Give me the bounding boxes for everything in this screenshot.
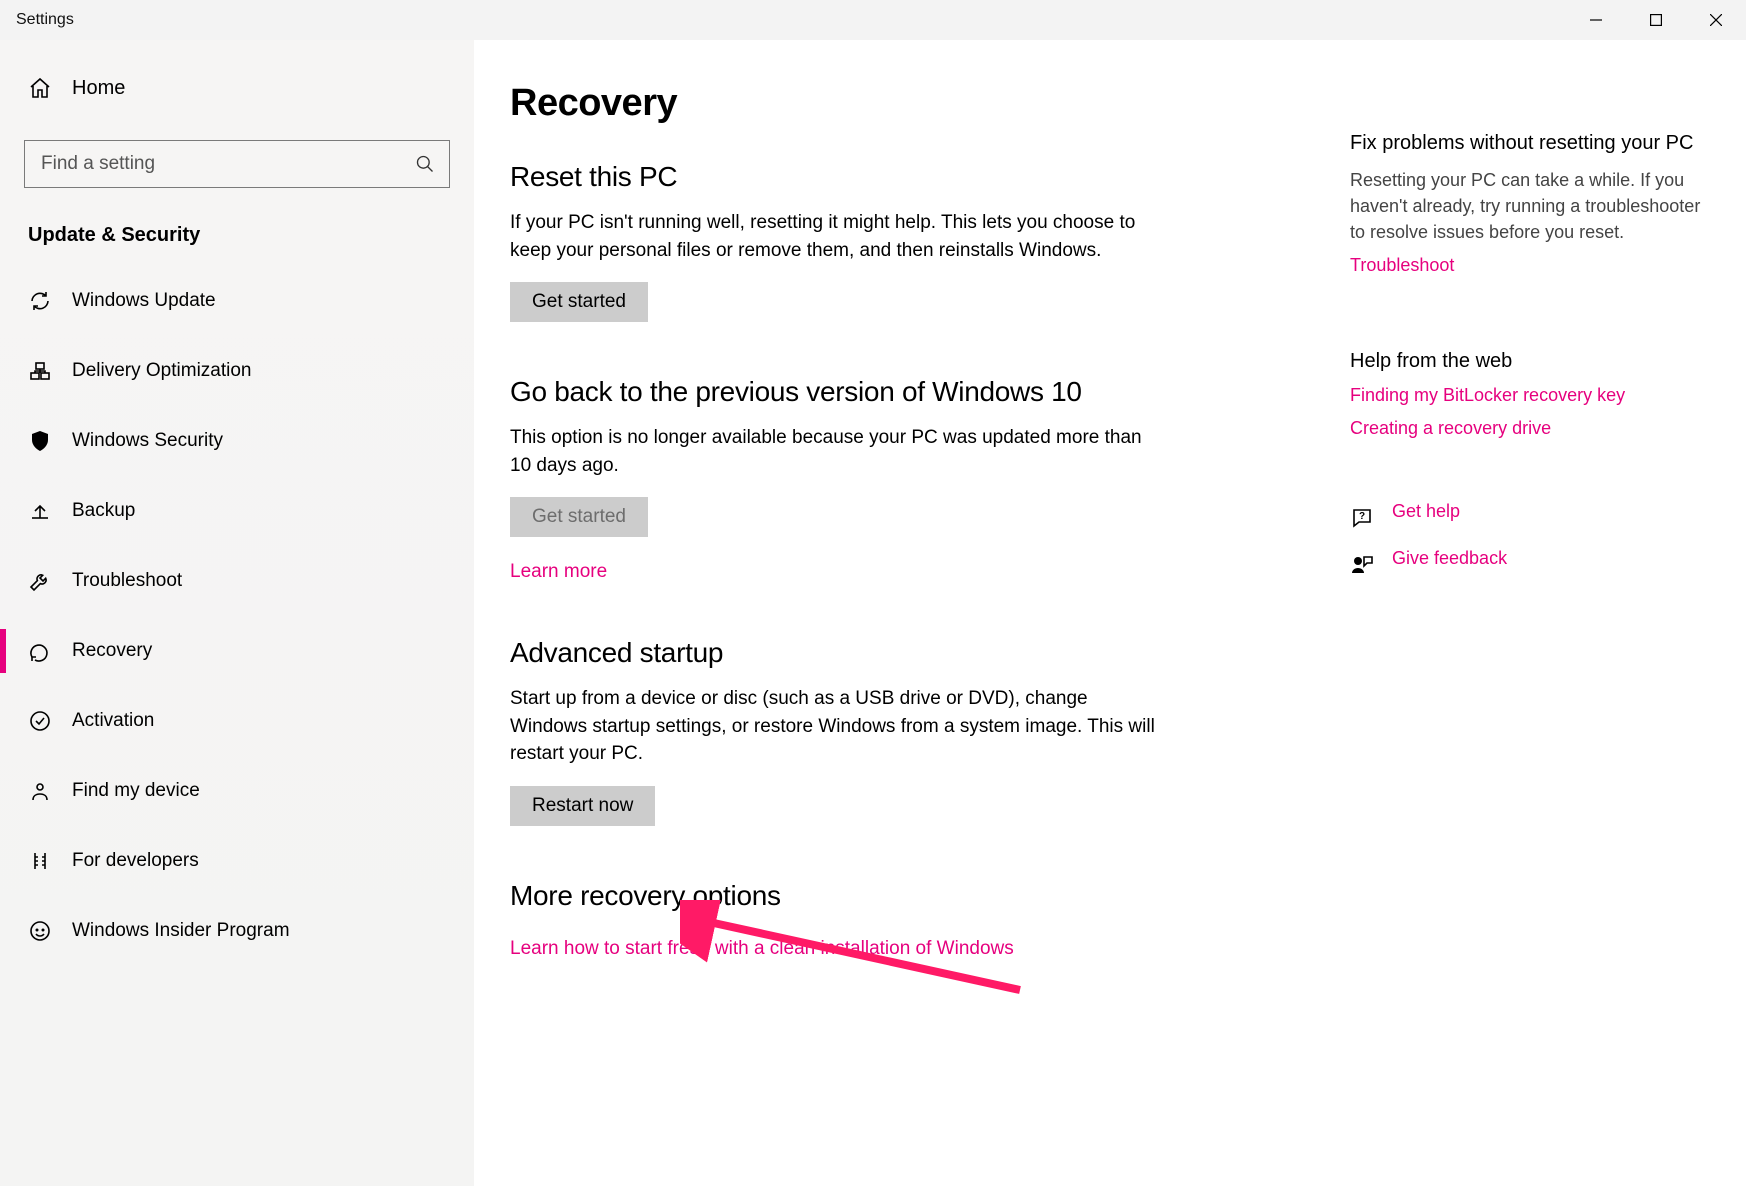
aside-link-bitlocker[interactable]: Finding my BitLocker recovery key <box>1350 385 1710 406</box>
delivery-icon <box>28 359 52 383</box>
get-help-link[interactable]: Get help <box>1392 501 1460 522</box>
sidebar-item-backup[interactable]: Backup <box>0 483 474 539</box>
section-more-recovery: More recovery options Learn how to start… <box>510 880 1160 960</box>
section-reset-this-pc: Reset this PC If your PC isn't running w… <box>510 161 1160 322</box>
settings-window: Settings Home <box>0 0 1746 1186</box>
main: Recovery Reset this PC If your PC isn't … <box>474 40 1746 1186</box>
sidebar-item-windows-update[interactable]: Windows Update <box>0 273 474 329</box>
give-feedback-link[interactable]: Give feedback <box>1392 548 1507 569</box>
shield-icon <box>28 429 52 453</box>
section-body: Start up from a device or disc (such as … <box>510 685 1160 768</box>
window-body: Home Update & Security Windows Update De… <box>0 40 1746 1186</box>
sidebar-item-label: Find my device <box>72 780 200 802</box>
titlebar: Settings <box>0 0 1746 40</box>
sidebar-category-title: Update & Security <box>24 224 450 247</box>
insider-icon <box>28 919 52 943</box>
minimize-button[interactable] <box>1566 0 1626 40</box>
give-feedback-row[interactable]: Give feedback <box>1350 548 1710 581</box>
feedback-icon <box>1350 553 1374 577</box>
sidebar-item-label: Windows Update <box>72 290 216 312</box>
close-button[interactable] <box>1686 0 1746 40</box>
home-icon <box>28 76 52 100</box>
page-title: Recovery <box>510 82 1160 125</box>
sidebar-item-troubleshoot[interactable]: Troubleshoot <box>0 553 474 609</box>
sidebar-item-label: Troubleshoot <box>72 570 182 592</box>
sidebar-home[interactable]: Home <box>24 60 450 116</box>
sidebar-item-windows-insider[interactable]: Windows Insider Program <box>0 903 474 959</box>
sync-icon <box>28 289 52 313</box>
section-body: This option is no longer available becau… <box>510 424 1160 479</box>
sidebar-home-label: Home <box>72 77 125 100</box>
aside-help-from-web: Help from the web Finding my BitLocker r… <box>1350 350 1710 439</box>
sidebar-item-label: Activation <box>72 710 154 732</box>
close-icon <box>1710 14 1722 26</box>
sidebar-item-for-developers[interactable]: For developers <box>0 833 474 889</box>
search-input[interactable] <box>39 152 415 176</box>
section-title: Go back to the previous version of Windo… <box>510 376 1160 408</box>
section-advanced-startup: Advanced startup Start up from a device … <box>510 637 1160 826</box>
sidebar-item-recovery[interactable]: Recovery <box>0 623 474 679</box>
sidebar-item-label: Windows Security <box>72 430 223 452</box>
reset-get-started-button[interactable]: Get started <box>510 282 648 322</box>
restart-now-button[interactable]: Restart now <box>510 786 655 826</box>
wrench-icon <box>28 569 52 593</box>
aside-title: Fix problems without resetting your PC <box>1350 132 1710 155</box>
sidebar-item-windows-security[interactable]: Windows Security <box>0 413 474 469</box>
sidebar: Home Update & Security Windows Update De… <box>0 40 474 1186</box>
sidebar-item-label: Recovery <box>72 640 152 662</box>
sidebar-item-label: Windows Insider Program <box>72 920 290 942</box>
goback-get-started-button: Get started <box>510 497 648 537</box>
search-icon <box>415 154 435 174</box>
sidebar-item-delivery-optimization[interactable]: Delivery Optimization <box>0 343 474 399</box>
aside-body: Resetting your PC can take a while. If y… <box>1350 167 1710 245</box>
location-person-icon <box>28 779 52 803</box>
sidebar-item-label: Delivery Optimization <box>72 360 252 382</box>
section-title: Reset this PC <box>510 161 1160 193</box>
sidebar-item-label: For developers <box>72 850 199 872</box>
section-title: Advanced startup <box>510 637 1160 669</box>
svg-text:?: ? <box>1359 511 1365 522</box>
aside-title: Help from the web <box>1350 350 1710 373</box>
section-title: More recovery options <box>510 880 1160 912</box>
backup-icon <box>28 499 52 523</box>
chat-help-icon: ? <box>1350 506 1374 530</box>
section-body: If your PC isn't running well, resetting… <box>510 209 1160 264</box>
get-help-row[interactable]: ? Get help <box>1350 501 1710 534</box>
check-circle-icon <box>28 709 52 733</box>
sidebar-item-activation[interactable]: Activation <box>0 693 474 749</box>
recovery-icon <box>28 639 52 663</box>
search-input-wrap[interactable] <box>24 140 450 188</box>
maximize-icon <box>1650 14 1662 26</box>
aside-troubleshoot-link[interactable]: Troubleshoot <box>1350 255 1454 276</box>
sidebar-item-label: Backup <box>72 500 135 522</box>
window-controls <box>1566 0 1746 40</box>
minimize-icon <box>1590 14 1602 26</box>
window-title: Settings <box>16 11 74 29</box>
goback-learn-more-link[interactable]: Learn more <box>510 561 607 583</box>
content-column: Recovery Reset this PC If your PC isn't … <box>510 82 1160 1144</box>
aside-column: Fix problems without resetting your PC R… <box>1350 82 1710 1144</box>
sidebar-item-find-my-device[interactable]: Find my device <box>0 763 474 819</box>
developers-icon <box>28 849 52 873</box>
section-go-back: Go back to the previous version of Windo… <box>510 376 1160 583</box>
aside-support: ? Get help Give feedback <box>1350 501 1710 581</box>
maximize-button[interactable] <box>1626 0 1686 40</box>
aside-fix-problems: Fix problems without resetting your PC R… <box>1350 132 1710 288</box>
start-fresh-link[interactable]: Learn how to start fresh with a clean in… <box>510 938 1014 960</box>
aside-link-recovery-drive[interactable]: Creating a recovery drive <box>1350 418 1710 439</box>
